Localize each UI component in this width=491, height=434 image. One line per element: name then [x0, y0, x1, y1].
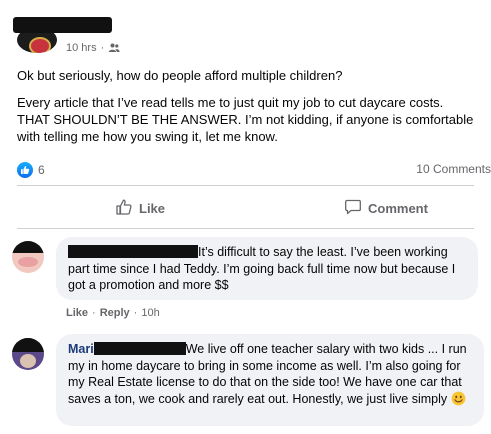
comment-button[interactable]: Comment — [344, 198, 428, 219]
comment-bubble: It’s difficult to say the least. I’ve be… — [56, 237, 478, 300]
comment-icon — [344, 198, 362, 219]
thumbs-up-icon — [115, 198, 133, 219]
commenter-avatar[interactable] — [12, 338, 44, 370]
post-text-line1: Ok but seriously, how do people afford m… — [17, 68, 343, 83]
audience-friends-icon[interactable] — [108, 42, 120, 54]
commenter-name-redacted[interactable] — [68, 245, 198, 258]
comment-time[interactable]: 10h — [141, 307, 159, 319]
smile-emoji-icon — [451, 391, 466, 411]
comment-like-link[interactable]: Like — [66, 307, 88, 319]
comment-bubble: Mari We live off one teacher salary with … — [56, 334, 484, 426]
comment-reply-link[interactable]: Reply — [100, 307, 130, 319]
action-separator: · — [133, 307, 138, 319]
commenter-name-redacted — [93, 342, 186, 355]
divider — [17, 185, 474, 186]
commenter-name-partial[interactable]: Mari — [68, 342, 94, 356]
reaction-count: 6 — [38, 163, 45, 177]
divider — [17, 228, 474, 229]
like-button-label: Like — [139, 201, 166, 216]
post-meta: 10 hrs · — [66, 42, 120, 54]
like-button[interactable]: Like — [115, 198, 165, 219]
comment-button-label: Comment — [368, 201, 428, 216]
post-text-body: Every article that I’ve read tells me to… — [17, 95, 474, 144]
comments-count-link[interactable]: 10 Comments — [416, 162, 491, 176]
reactions-summary[interactable]: 6 — [17, 162, 45, 178]
post-timestamp[interactable]: 10 hrs — [66, 42, 97, 54]
meta-separator: · — [100, 42, 105, 54]
comment-actions: Like · Reply · 10h — [66, 307, 160, 319]
action-separator: · — [92, 307, 96, 319]
commenter-avatar[interactable] — [12, 241, 44, 273]
poster-name-redacted — [13, 17, 112, 33]
post-card: 10 hrs · Ok but seriously, how do people… — [0, 0, 491, 434]
like-reaction-icon — [17, 162, 33, 178]
